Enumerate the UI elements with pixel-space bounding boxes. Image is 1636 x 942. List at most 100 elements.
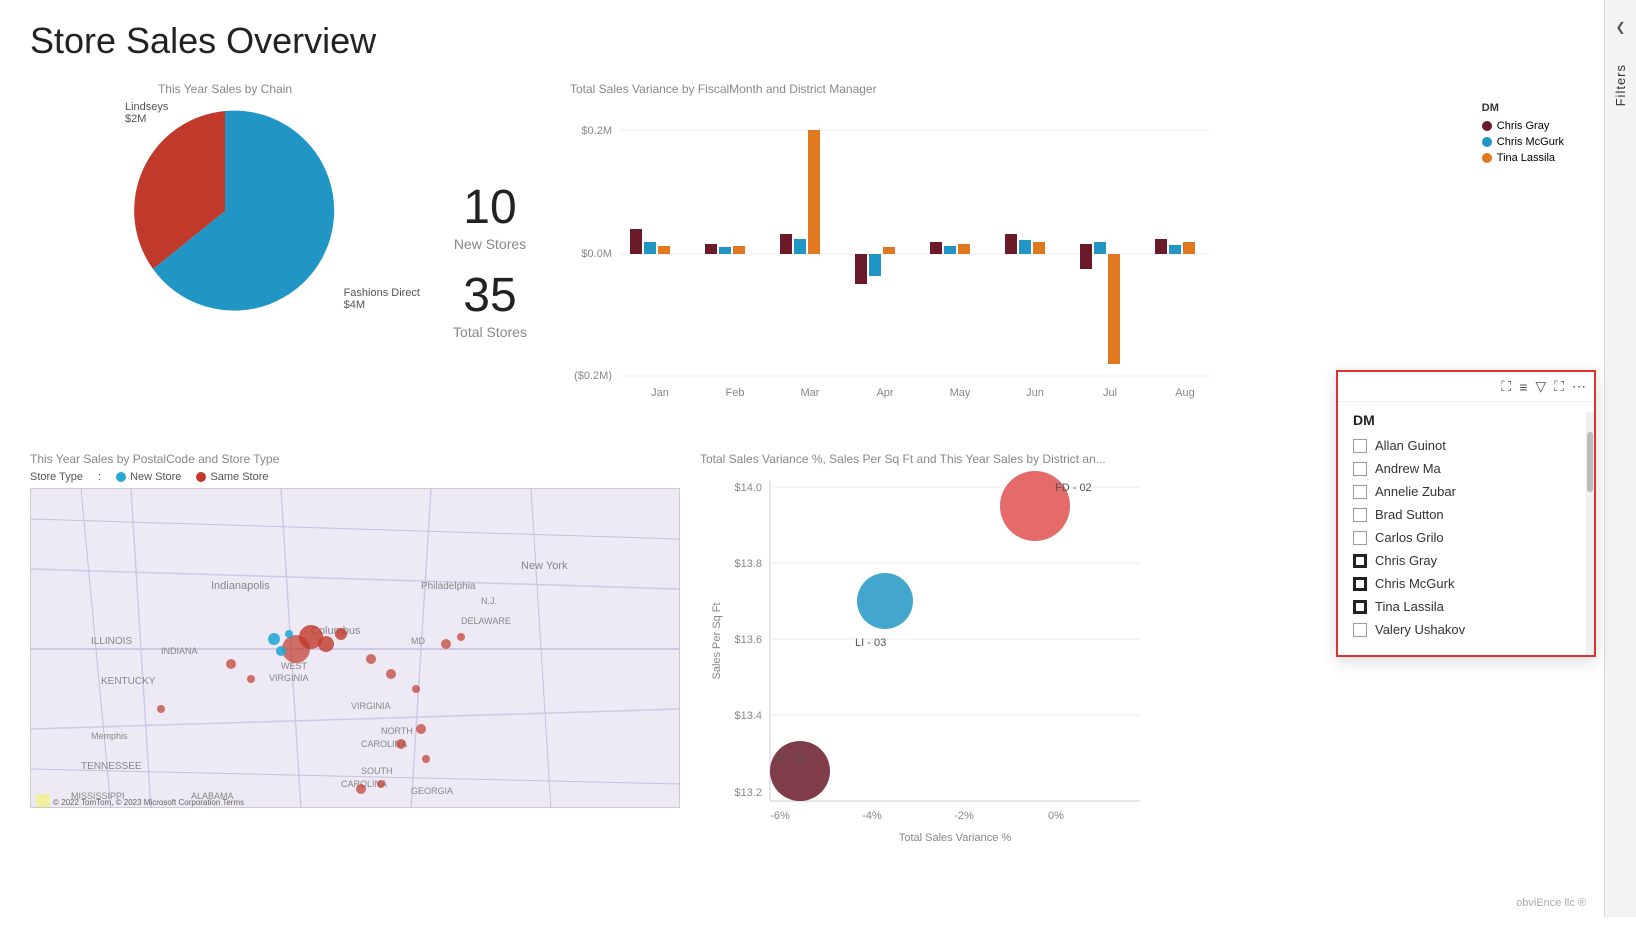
map-svg: Indianapolis Columbus KENTUCKY TENNESSEE… xyxy=(31,489,680,808)
svg-text:DELAWARE: DELAWARE xyxy=(461,616,511,626)
svg-text:New York: New York xyxy=(521,560,568,572)
filter-dm-label: DM xyxy=(1353,412,1579,428)
filter-item-label: Carlos Grilo xyxy=(1375,530,1444,545)
svg-text:VIRGINIA: VIRGINIA xyxy=(269,673,309,683)
svg-text:SOUTH: SOUTH xyxy=(361,766,393,776)
scatter-point-li03[interactable] xyxy=(857,573,913,629)
filter-item[interactable]: Carlos Grilo xyxy=(1353,530,1579,545)
filter-checkbox[interactable] xyxy=(1353,439,1367,453)
filter-popup: ⛶ ≡ ▽ ⛶ ⋯ DM Allan Guinot Andrew Ma Anneli… xyxy=(1336,370,1596,657)
filter-item[interactable]: Allan Guinot xyxy=(1353,438,1579,453)
map-visualization[interactable]: Indianapolis Columbus KENTUCKY TENNESSEE… xyxy=(30,488,680,808)
svg-text:FD - 02: FD - 02 xyxy=(1055,482,1092,494)
more-icon[interactable]: ⋯ xyxy=(1572,378,1586,395)
filter-item-label: Annelie Zubar xyxy=(1375,484,1456,499)
svg-text:Philadelphia: Philadelphia xyxy=(421,581,476,592)
page-title: Store Sales Overview xyxy=(30,20,1574,62)
filter-icon[interactable]: ▽ xyxy=(1535,378,1546,395)
filter-checkbox[interactable] xyxy=(1353,600,1367,614)
filter-item[interactable]: Chris Gray xyxy=(1353,553,1579,568)
new-stores-stat: 10 New Stores xyxy=(454,184,526,252)
svg-text:$13.2: $13.2 xyxy=(734,787,762,799)
svg-text:$0.0M: $0.0M xyxy=(581,248,612,260)
filter-item-label: Brad Sutton xyxy=(1375,507,1444,522)
svg-text:0%: 0% xyxy=(1048,810,1064,822)
footer-credit: obviEnce llc ® xyxy=(1516,897,1586,909)
scatter-point-li02[interactable] xyxy=(770,741,830,801)
svg-text:Jun: Jun xyxy=(1026,387,1044,399)
filter-checkbox[interactable] xyxy=(1353,554,1367,568)
filter-item-label: Allan Guinot xyxy=(1375,438,1446,453)
svg-text:Sales Per Sq Ft: Sales Per Sq Ft xyxy=(711,602,723,679)
svg-text:Mar: Mar xyxy=(801,387,820,399)
bar-chart-svg: $0.2M $0.0M ($0.2M) Jan Feb Mar Apr May … xyxy=(570,104,1270,404)
map-title: This Year Sales by PostalCode and Store … xyxy=(30,452,680,466)
pie-chart-title: This Year Sales by Chain xyxy=(30,82,420,96)
svg-text:N.J.: N.J. xyxy=(481,596,497,606)
svg-text:Indianapolis: Indianapolis xyxy=(211,580,270,592)
svg-text:ILLINOIS: ILLINOIS xyxy=(91,636,132,647)
filters-sidebar[interactable]: ❮ Filters xyxy=(1604,0,1636,917)
svg-text:-6%: -6% xyxy=(770,810,790,822)
filter-items-list: Allan Guinot Andrew Ma Annelie Zubar Brad S… xyxy=(1353,438,1579,637)
svg-text:LI - 02: LI - 02 xyxy=(775,752,806,764)
filter-item-label: Andrew Ma xyxy=(1375,461,1441,476)
filter-item-label: Tina Lassila xyxy=(1375,599,1444,614)
svg-text:TENNESSEE: TENNESSEE xyxy=(81,761,142,772)
svg-text:$14.0: $14.0 xyxy=(734,482,762,494)
svg-text:$0.2M: $0.2M xyxy=(581,125,612,137)
filter-item-label: Chris McGurk xyxy=(1375,576,1454,591)
scatter-chart-svg: $14.0 $13.8 $13.6 $13.4 $13.2 -6% -4% -2… xyxy=(700,471,1160,871)
filter-item[interactable]: Valery Ushakov xyxy=(1353,622,1579,637)
legend-item-tinalassila: Tina Lassila xyxy=(1482,152,1564,164)
filter-checkbox[interactable] xyxy=(1353,577,1367,591)
svg-text:INDIANA: INDIANA xyxy=(161,646,198,656)
svg-text:$13.6: $13.6 xyxy=(734,634,762,646)
filter-item-label: Chris Gray xyxy=(1375,553,1437,568)
filters-label: Filters xyxy=(1613,64,1628,106)
filter-checkbox[interactable] xyxy=(1353,623,1367,637)
svg-text:VIRGINIA: VIRGINIA xyxy=(351,701,391,711)
legend-item-chrismcgurk: Chris McGurk xyxy=(1482,136,1564,148)
svg-text:Jan: Jan xyxy=(651,387,669,399)
filter-checkbox[interactable] xyxy=(1353,485,1367,499)
filter-item[interactable]: Tina Lassila xyxy=(1353,599,1579,614)
svg-text:$13.4: $13.4 xyxy=(734,710,762,722)
svg-text:-2%: -2% xyxy=(954,810,974,822)
filter-item[interactable]: Annelie Zubar xyxy=(1353,484,1579,499)
svg-text:Aug: Aug xyxy=(1175,387,1195,399)
svg-text:MD: MD xyxy=(411,636,425,646)
pie-label-lindseys: Lindseys $2M xyxy=(125,101,168,125)
svg-text:© 2022 TomTom, © 2023 Microsof: © 2022 TomTom, © 2023 Microsoft Corporat… xyxy=(53,798,244,807)
svg-text:Apr: Apr xyxy=(876,387,893,399)
filter-checkbox[interactable] xyxy=(1353,508,1367,522)
filter-item[interactable]: Chris McGurk xyxy=(1353,576,1579,591)
expand-icon[interactable]: ⛶ xyxy=(1501,378,1511,395)
bar-chart-legend: DM Chris Gray Chris McGurk Tina Lassila xyxy=(1482,102,1564,164)
store-type-legend: Store Type: New Store Same Store xyxy=(30,471,680,483)
svg-text:Feb: Feb xyxy=(726,387,745,399)
svg-text:KENTUCKY: KENTUCKY xyxy=(101,676,156,687)
pie-chart-svg xyxy=(115,101,335,321)
filter-popup-body: DM Allan Guinot Andrew Ma Annelie Zubar Bra… xyxy=(1338,402,1594,655)
svg-text:LI - 03: LI - 03 xyxy=(855,637,886,649)
svg-text:GEORGIA: GEORGIA xyxy=(411,786,453,796)
filter-popup-header: ⛶ ≡ ▽ ⛶ ⋯ xyxy=(1338,372,1594,402)
svg-text:($0.2M): ($0.2M) xyxy=(574,370,612,382)
filter-checkbox[interactable] xyxy=(1353,531,1367,545)
filter-checkbox[interactable] xyxy=(1353,462,1367,476)
filter-scrollbar[interactable] xyxy=(1586,412,1594,655)
filter-item[interactable]: Andrew Ma xyxy=(1353,461,1579,476)
list-icon[interactable]: ≡ xyxy=(1519,379,1527,395)
fullscreen-icon[interactable]: ⛶ xyxy=(1554,378,1564,395)
svg-text:May: May xyxy=(950,387,971,399)
bar-chart-title: Total Sales Variance by FiscalMonth and … xyxy=(570,82,1574,96)
filter-item[interactable]: Brad Sutton xyxy=(1353,507,1579,522)
svg-text:Jul: Jul xyxy=(1103,387,1117,399)
svg-text:-4%: -4% xyxy=(862,810,882,822)
pie-label-fashions: Fashions Direct $4M xyxy=(344,287,420,311)
svg-text:$13.8: $13.8 xyxy=(734,558,762,570)
total-stores-stat: 35 Total Stores xyxy=(453,272,527,340)
filter-item-label: Valery Ushakov xyxy=(1375,622,1465,637)
legend-item-chrisgray: Chris Gray xyxy=(1482,120,1564,132)
